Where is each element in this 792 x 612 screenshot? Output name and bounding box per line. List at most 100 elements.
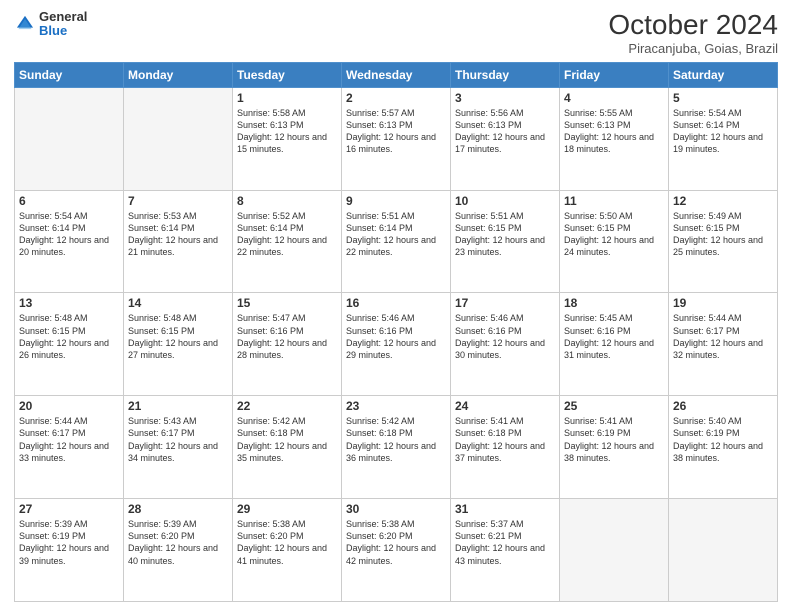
day-number: 30	[346, 502, 446, 516]
header: General Blue October 2024 Piracanjuba, G…	[14, 10, 778, 56]
calendar-cell: 30 Sunrise: 5:38 AM Sunset: 6:20 PM Dayli…	[342, 499, 451, 602]
day-info: Sunrise: 5:49 AM Sunset: 6:15 PM Dayligh…	[673, 210, 773, 259]
day-info: Sunrise: 5:51 AM Sunset: 6:14 PM Dayligh…	[346, 210, 446, 259]
day-number: 27	[19, 502, 119, 516]
calendar-cell: 31 Sunrise: 5:37 AM Sunset: 6:21 PM Dayli…	[451, 499, 560, 602]
day-number: 16	[346, 296, 446, 310]
day-info: Sunrise: 5:45 AM Sunset: 6:16 PM Dayligh…	[564, 312, 664, 361]
calendar-cell	[124, 87, 233, 190]
day-info: Sunrise: 5:54 AM Sunset: 6:14 PM Dayligh…	[673, 107, 773, 156]
calendar-cell: 23 Sunrise: 5:42 AM Sunset: 6:18 PM Dayli…	[342, 396, 451, 499]
day-info: Sunrise: 5:39 AM Sunset: 6:19 PM Dayligh…	[19, 518, 119, 567]
calendar-cell: 2Sunrise: 5:57 AM Sunset: 6:13 PM Daylig…	[342, 87, 451, 190]
calendar-cell: 8 Sunrise: 5:52 AM Sunset: 6:14 PM Daylig…	[233, 190, 342, 293]
day-number: 8	[237, 194, 337, 208]
page: General Blue October 2024 Piracanjuba, G…	[0, 0, 792, 612]
day-number: 21	[128, 399, 228, 413]
day-info: Sunrise: 5:44 AM Sunset: 6:17 PM Dayligh…	[19, 415, 119, 464]
calendar-cell: 12 Sunrise: 5:49 AM Sunset: 6:15 PM Dayli…	[669, 190, 778, 293]
weekday-header-saturday: Saturday	[669, 62, 778, 87]
day-number: 20	[19, 399, 119, 413]
day-info: Sunrise: 5:41 AM Sunset: 6:18 PM Dayligh…	[455, 415, 555, 464]
day-number: 28	[128, 502, 228, 516]
day-number: 23	[346, 399, 446, 413]
calendar-cell: 10Sunrise: 5:51 AM Sunset: 6:15 PM Dayli…	[451, 190, 560, 293]
logo-general: General	[39, 10, 87, 24]
day-info: Sunrise: 5:55 AM Sunset: 6:13 PM Dayligh…	[564, 107, 664, 156]
logo-icon	[14, 13, 36, 35]
calendar-cell: 1Sunrise: 5:58 AM Sunset: 6:13 PM Daylig…	[233, 87, 342, 190]
day-number: 11	[564, 194, 664, 208]
day-number: 19	[673, 296, 773, 310]
week-row-2: 13Sunrise: 5:48 AM Sunset: 6:15 PM Dayli…	[15, 293, 778, 396]
calendar-cell: 21 Sunrise: 5:43 AM Sunset: 6:17 PM Dayli…	[124, 396, 233, 499]
day-number: 3	[455, 91, 555, 105]
day-info: Sunrise: 5:48 AM Sunset: 6:15 PM Dayligh…	[128, 312, 228, 361]
day-number: 29	[237, 502, 337, 516]
day-info: Sunrise: 5:42 AM Sunset: 6:18 PM Dayligh…	[346, 415, 446, 464]
calendar-cell: 11 Sunrise: 5:50 AM Sunset: 6:15 PM Dayli…	[560, 190, 669, 293]
weekday-header-thursday: Thursday	[451, 62, 560, 87]
day-number: 25	[564, 399, 664, 413]
day-info: Sunrise: 5:44 AM Sunset: 6:17 PM Dayligh…	[673, 312, 773, 361]
day-number: 5	[673, 91, 773, 105]
calendar-cell: 20 Sunrise: 5:44 AM Sunset: 6:17 PM Dayli…	[15, 396, 124, 499]
calendar-cell	[15, 87, 124, 190]
calendar-cell: 29 Sunrise: 5:38 AM Sunset: 6:20 PM Dayli…	[233, 499, 342, 602]
day-info: Sunrise: 5:51 AM Sunset: 6:15 PM Dayligh…	[455, 210, 555, 259]
day-info: Sunrise: 5:50 AM Sunset: 6:15 PM Dayligh…	[564, 210, 664, 259]
day-number: 14	[128, 296, 228, 310]
weekday-header-sunday: Sunday	[15, 62, 124, 87]
week-row-1: 6Sunrise: 5:54 AM Sunset: 6:14 PM Daylig…	[15, 190, 778, 293]
day-info: Sunrise: 5:58 AM Sunset: 6:13 PM Dayligh…	[237, 107, 337, 156]
calendar-cell: 13Sunrise: 5:48 AM Sunset: 6:15 PM Dayli…	[15, 293, 124, 396]
day-number: 2	[346, 91, 446, 105]
day-number: 6	[19, 194, 119, 208]
calendar-cell	[669, 499, 778, 602]
calendar-cell: 5 Sunrise: 5:54 AM Sunset: 6:14 PM Daylig…	[669, 87, 778, 190]
calendar-cell: 14 Sunrise: 5:48 AM Sunset: 6:15 PM Dayli…	[124, 293, 233, 396]
day-number: 17	[455, 296, 555, 310]
day-info: Sunrise: 5:48 AM Sunset: 6:15 PM Dayligh…	[19, 312, 119, 361]
day-number: 24	[455, 399, 555, 413]
week-row-4: 27 Sunrise: 5:39 AM Sunset: 6:19 PM Dayli…	[15, 499, 778, 602]
day-number: 31	[455, 502, 555, 516]
calendar-cell: 6Sunrise: 5:54 AM Sunset: 6:14 PM Daylig…	[15, 190, 124, 293]
calendar-cell: 24 Sunrise: 5:41 AM Sunset: 6:18 PM Dayli…	[451, 396, 560, 499]
calendar-title: October 2024	[608, 10, 778, 41]
day-info: Sunrise: 5:40 AM Sunset: 6:19 PM Dayligh…	[673, 415, 773, 464]
day-info: Sunrise: 5:46 AM Sunset: 6:16 PM Dayligh…	[455, 312, 555, 361]
day-info: Sunrise: 5:38 AM Sunset: 6:20 PM Dayligh…	[346, 518, 446, 567]
logo: General Blue	[14, 10, 87, 39]
day-info: Sunrise: 5:42 AM Sunset: 6:18 PM Dayligh…	[237, 415, 337, 464]
day-info: Sunrise: 5:43 AM Sunset: 6:17 PM Dayligh…	[128, 415, 228, 464]
day-info: Sunrise: 5:37 AM Sunset: 6:21 PM Dayligh…	[455, 518, 555, 567]
day-number: 12	[673, 194, 773, 208]
calendar-cell: 22Sunrise: 5:42 AM Sunset: 6:18 PM Dayli…	[233, 396, 342, 499]
logo-blue: Blue	[39, 24, 87, 38]
day-number: 4	[564, 91, 664, 105]
calendar-cell: 9 Sunrise: 5:51 AM Sunset: 6:14 PM Daylig…	[342, 190, 451, 293]
day-info: Sunrise: 5:39 AM Sunset: 6:20 PM Dayligh…	[128, 518, 228, 567]
calendar-table: SundayMondayTuesdayWednesdayThursdayFrid…	[14, 62, 778, 602]
week-row-0: 1Sunrise: 5:58 AM Sunset: 6:13 PM Daylig…	[15, 87, 778, 190]
day-info: Sunrise: 5:38 AM Sunset: 6:20 PM Dayligh…	[237, 518, 337, 567]
week-row-3: 20 Sunrise: 5:44 AM Sunset: 6:17 PM Dayli…	[15, 396, 778, 499]
day-info: Sunrise: 5:53 AM Sunset: 6:14 PM Dayligh…	[128, 210, 228, 259]
calendar-cell: 27 Sunrise: 5:39 AM Sunset: 6:19 PM Dayli…	[15, 499, 124, 602]
title-block: October 2024 Piracanjuba, Goias, Brazil	[608, 10, 778, 56]
calendar-cell: 17 Sunrise: 5:46 AM Sunset: 6:16 PM Dayli…	[451, 293, 560, 396]
calendar-cell	[560, 499, 669, 602]
day-number: 18	[564, 296, 664, 310]
day-info: Sunrise: 5:52 AM Sunset: 6:14 PM Dayligh…	[237, 210, 337, 259]
calendar-cell: 7Sunrise: 5:53 AM Sunset: 6:14 PM Daylig…	[124, 190, 233, 293]
day-number: 26	[673, 399, 773, 413]
day-number: 9	[346, 194, 446, 208]
calendar-cell: 25Sunrise: 5:41 AM Sunset: 6:19 PM Dayli…	[560, 396, 669, 499]
day-info: Sunrise: 5:46 AM Sunset: 6:16 PM Dayligh…	[346, 312, 446, 361]
weekday-header-row: SundayMondayTuesdayWednesdayThursdayFrid…	[15, 62, 778, 87]
calendar-cell: 26 Sunrise: 5:40 AM Sunset: 6:19 PM Dayli…	[669, 396, 778, 499]
weekday-header-tuesday: Tuesday	[233, 62, 342, 87]
logo-text: General Blue	[39, 10, 87, 39]
weekday-header-friday: Friday	[560, 62, 669, 87]
